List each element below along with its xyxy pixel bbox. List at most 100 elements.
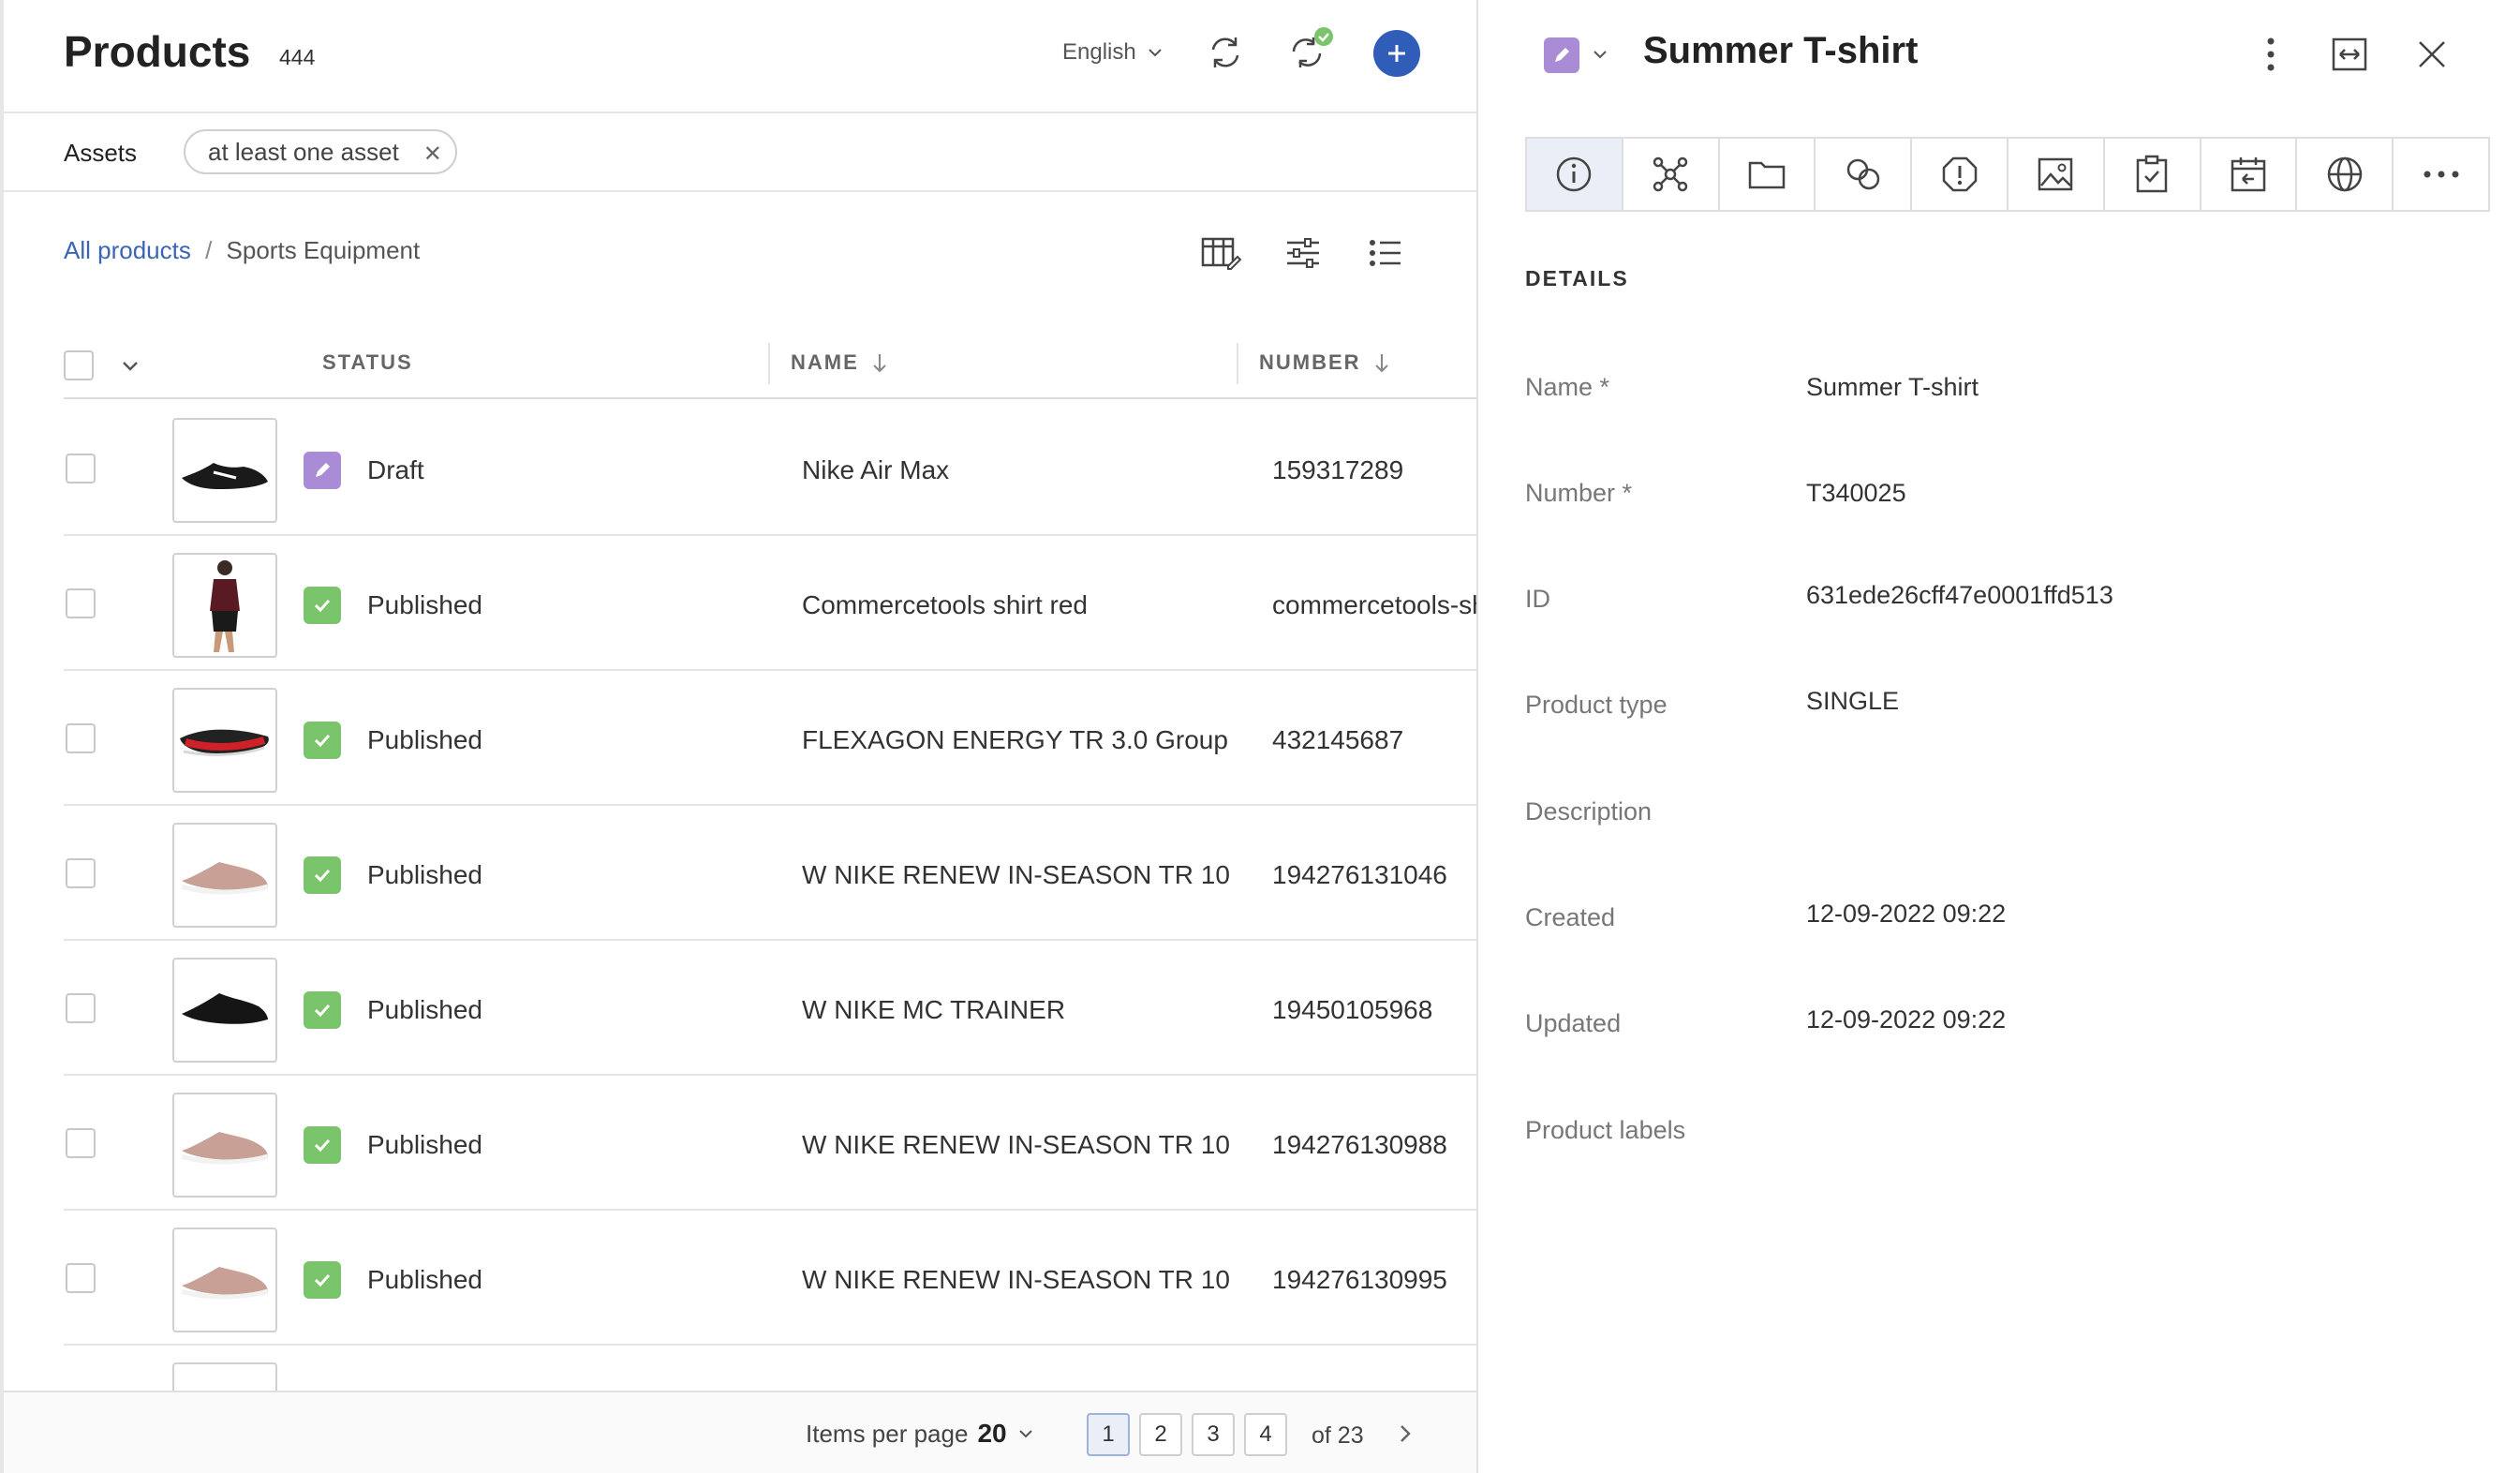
product-thumbnail — [172, 823, 277, 928]
close-icon — [2419, 41, 2445, 67]
product-number: commercetools-shirt — [1272, 590, 1476, 619]
chevron-right-icon[interactable] — [1396, 1422, 1415, 1445]
table-row[interactable]: Draft Nike Air Max 159317289 — [64, 401, 1476, 536]
globe-icon — [2327, 156, 2363, 192]
product-thumbnail — [172, 1228, 277, 1332]
field-value-updated: 12-09-2022 09:22 — [1806, 1005, 2007, 1034]
tab-more[interactable] — [2394, 139, 2488, 210]
product-list-pane: Products 444 English Assets at least one… — [0, 0, 1476, 1473]
chevron-down-icon — [1018, 1430, 1032, 1438]
detail-tabs — [1525, 137, 2490, 212]
pagination-bar: Items per page 20 1 2 3 4 of 23 — [4, 1391, 1476, 1473]
tab-variants[interactable] — [1623, 139, 1720, 210]
select-all-checkbox[interactable] — [64, 350, 94, 380]
shoe-image — [181, 463, 269, 495]
name-header-label: NAME — [791, 350, 859, 374]
chevron-down-icon[interactable] — [1591, 45, 1609, 64]
edit-columns-button[interactable] — [1197, 232, 1244, 274]
more-options-button[interactable] — [2252, 30, 2290, 79]
refresh-icon — [1211, 37, 1239, 67]
items-per-page-select[interactable]: Items per page 20 — [806, 1419, 1035, 1449]
row-checkbox[interactable] — [66, 723, 96, 753]
add-product-button[interactable] — [1373, 30, 1420, 77]
product-name: W NIKE RENEW IN-SEASON TR 10 — [802, 860, 1230, 889]
column-header-name[interactable]: NAME — [791, 350, 887, 375]
shoe-image — [181, 1267, 269, 1300]
remove-filter-icon[interactable]: ✕ — [423, 141, 442, 168]
table-row[interactable]: Published W NIKE RENEW IN-SEASON TR 10 1… — [64, 1211, 1476, 1346]
plus-icon — [1388, 45, 1405, 62]
folder-icon — [1748, 161, 1786, 189]
sort-arrow-icon — [873, 354, 886, 373]
product-thumbnail — [172, 553, 277, 658]
tab-issues[interactable] — [1912, 139, 2009, 210]
filter-chip[interactable]: at least one asset ✕ — [184, 129, 457, 174]
list-view-button[interactable] — [1362, 232, 1409, 274]
filter-chip-label: at least one asset — [208, 137, 399, 166]
product-name: FLEXAGON ENERGY TR 3.0 Group — [802, 725, 1228, 754]
page-button-4[interactable]: 4 — [1244, 1413, 1287, 1456]
sync-button[interactable] — [1283, 24, 1336, 77]
draft-status-icon[interactable] — [1544, 37, 1579, 73]
table-row[interactable]: Published W NIKE RENEW IN-SEASON TR 10 1… — [64, 806, 1476, 941]
product-thumbnail — [172, 418, 277, 523]
table-row[interactable]: Published FLEXAGON ENERGY TR 3.0 Group 4… — [64, 671, 1476, 806]
breadcrumb-all-products[interactable]: All products — [64, 236, 191, 264]
field-label-description: Description — [1525, 797, 1653, 826]
row-checkbox[interactable] — [66, 454, 96, 484]
field-label-updated: Updated — [1525, 1009, 1622, 1037]
status-label: Published — [367, 860, 482, 889]
tab-scheduling[interactable] — [2201, 139, 2298, 210]
page-button-3[interactable]: 3 — [1192, 1413, 1235, 1456]
table-row[interactable]: Published W NIKE RENEW IN-SEASON TR 10 1… — [64, 1076, 1476, 1211]
language-select[interactable]: English — [1062, 39, 1164, 66]
page-button-1[interactable]: 1 — [1087, 1413, 1130, 1456]
sliders-icon — [1287, 238, 1319, 268]
row-checkbox[interactable] — [66, 588, 96, 618]
row-checkbox[interactable] — [66, 1263, 96, 1293]
table-header: STATUS NAME NUMBER — [64, 334, 1476, 399]
status-label: Published — [367, 1130, 482, 1159]
items-per-page-label: Items per page — [806, 1419, 969, 1448]
row-checkbox[interactable] — [66, 858, 96, 888]
tab-info[interactable] — [1527, 139, 1623, 210]
detail-title: Summer T-shirt — [1643, 30, 1919, 71]
table-row[interactable]: Published Commercetools shirt red commer… — [64, 536, 1476, 671]
tab-translations[interactable] — [2297, 139, 2394, 210]
expand-panel-button[interactable] — [2327, 32, 2372, 77]
published-status-icon — [304, 1261, 341, 1299]
sort-arrow-icon — [1374, 354, 1388, 373]
vertical-dots-icon — [2267, 37, 2275, 71]
table-row[interactable]: Published W NIKE MC TRAINER 19450105968 — [64, 941, 1476, 1076]
product-number: 159317289 — [1272, 455, 1404, 484]
link-icon — [1846, 158, 1880, 190]
product-name: Nike Air Max — [802, 455, 950, 484]
close-panel-button[interactable] — [2409, 32, 2454, 77]
tab-tasks[interactable] — [2105, 139, 2201, 210]
edit-columns-icon — [1201, 237, 1241, 270]
field-value-number: T340025 — [1806, 479, 1906, 507]
column-header-number[interactable]: NUMBER — [1259, 350, 1389, 375]
product-thumbnail — [172, 958, 277, 1063]
chevron-down-icon[interactable] — [120, 358, 141, 375]
tab-categories[interactable] — [1720, 139, 1816, 210]
column-header-status[interactable]: STATUS — [322, 350, 413, 375]
page-button-2[interactable]: 2 — [1139, 1413, 1182, 1456]
filter-label: Assets — [64, 139, 138, 167]
field-label-id: ID — [1525, 585, 1550, 613]
breadcrumb-current: Sports Equipment — [226, 236, 421, 264]
row-checkbox[interactable] — [66, 1128, 96, 1158]
tab-media[interactable] — [2009, 139, 2105, 210]
calendar-icon — [2231, 157, 2266, 192]
field-label-name: Name * — [1525, 373, 1610, 401]
row-checkbox[interactable] — [66, 993, 96, 1023]
refresh-button[interactable] — [1201, 28, 1250, 77]
published-status-icon — [304, 587, 341, 624]
field-value-id: 631ede26cff47e0001ffd513 — [1806, 581, 2113, 609]
filter-settings-button[interactable] — [1280, 232, 1327, 274]
sync-check-icon — [1292, 27, 1333, 67]
page-title: Products — [64, 27, 251, 76]
field-label-product-type: Product type — [1525, 691, 1668, 719]
product-name: Commercetools shirt red — [802, 590, 1088, 619]
tab-relations[interactable] — [1816, 139, 1913, 210]
